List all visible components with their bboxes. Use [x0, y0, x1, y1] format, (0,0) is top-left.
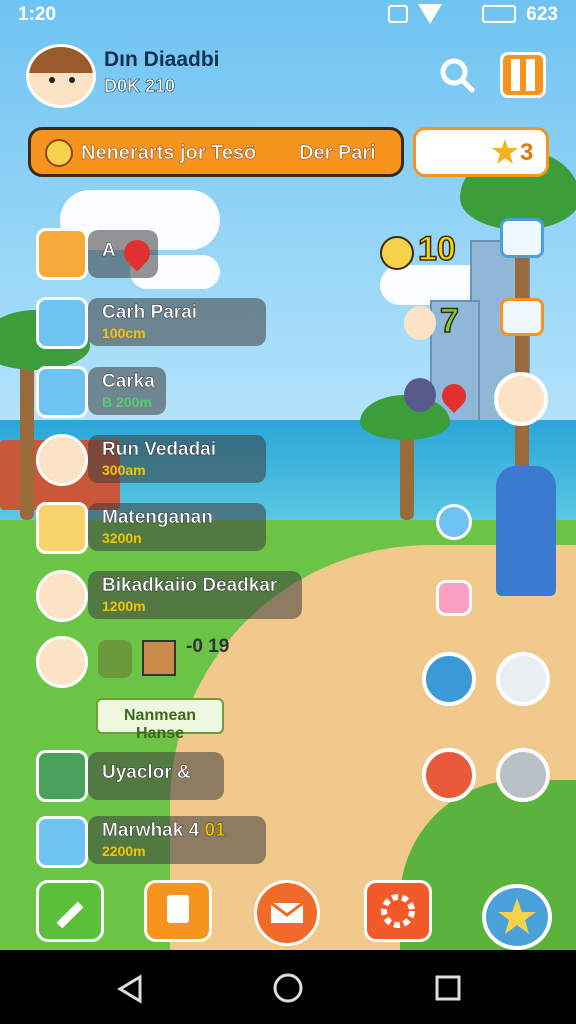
quest-avatar-7[interactable] [36, 636, 88, 688]
quest-icon-3[interactable] [36, 366, 88, 418]
quest-icon-9[interactable] [36, 750, 88, 802]
task-button[interactable] [144, 880, 212, 942]
action-button-red[interactable] [422, 748, 476, 802]
quest-icon-5[interactable] [36, 502, 88, 554]
tv-button[interactable] [500, 298, 544, 336]
system-nav-bar [0, 950, 576, 1024]
pause-button[interactable] [500, 52, 546, 98]
quest-item-9[interactable]: Uyaclor & [88, 752, 224, 800]
chat-button[interactable] [436, 504, 472, 540]
wifi-icon [418, 4, 442, 24]
mail-button[interactable] [254, 880, 320, 946]
npc-icon [404, 306, 436, 340]
search-button[interactable] [436, 54, 478, 96]
quest-item-6[interactable]: Bikadkaiio Deadkar 1200m [88, 571, 302, 619]
player-name: Dın Diaadbi [104, 48, 220, 71]
quest-item-4[interactable]: Run Vedadai 300am [88, 435, 266, 483]
player-character [496, 466, 556, 596]
star-icon [492, 139, 518, 164]
quest-icon-2[interactable] [36, 297, 88, 349]
star-icon [498, 898, 536, 934]
battery-icon [482, 5, 516, 23]
event-banner[interactable]: Nenerarts jor Tesö Der Pari [28, 127, 404, 177]
player-avatar[interactable] [26, 44, 96, 108]
love-button[interactable] [436, 580, 472, 616]
action-button-grey[interactable] [496, 748, 550, 802]
bag-button[interactable] [500, 218, 544, 258]
coin-value: 3 [520, 139, 534, 166]
clipboard-icon [167, 895, 189, 923]
event-banner-text: Nenerarts jor Tesö [81, 142, 257, 165]
settings-button[interactable] [364, 880, 432, 942]
status-time: 1:20 [18, 4, 57, 25]
quest-avatar-6[interactable] [36, 570, 88, 622]
quest-item-3[interactable]: Carka B 200m [88, 367, 166, 415]
event-icon [45, 139, 73, 167]
game-screen: 1:20 623 Dın Diaadbi D0K 210 Nenerarts j… [0, 0, 576, 1024]
quest-item-7-text: -0 19 [186, 636, 230, 657]
mail-icon [270, 901, 304, 923]
npc-icon [380, 236, 414, 270]
favorite-button[interactable] [482, 884, 552, 950]
home-icon[interactable] [272, 972, 304, 1004]
goblin-icon [98, 640, 132, 678]
friend-avatar[interactable] [494, 372, 548, 426]
event-banner-right: Der Pari [299, 142, 376, 165]
coin-counter[interactable]: 3 [413, 127, 549, 177]
quest-avatar-4[interactable] [36, 434, 88, 486]
shop-icon [142, 640, 176, 676]
build-button[interactable] [36, 880, 104, 942]
status-bar: 1:20 623 [0, 0, 576, 30]
search-icon [440, 58, 475, 93]
npc-icon [404, 378, 436, 412]
notification-icon [388, 5, 408, 23]
gear-icon [381, 894, 415, 928]
status-right: 623 [526, 4, 558, 25]
quest-item-2[interactable]: Carh Parai 100cm [88, 298, 266, 346]
quest-icon-10[interactable] [36, 816, 88, 868]
npc-value-a: 10 [417, 229, 456, 269]
hammer-icon [56, 901, 84, 929]
pause-icon [511, 59, 535, 91]
quest-item-8[interactable]: Nanmean Hanse [96, 698, 224, 742]
search-action-button[interactable] [496, 652, 550, 706]
quest-icon-1[interactable] [36, 228, 88, 280]
recents-icon[interactable] [434, 974, 462, 1002]
quest-item-5[interactable]: Matenganan 3200n [88, 503, 266, 551]
player-subtitle: D0K 210 [104, 76, 176, 97]
back-icon[interactable] [116, 974, 144, 1004]
quest-item-10[interactable]: Marwhak 4 01 2200m [88, 816, 266, 864]
action-button-blue[interactable] [422, 652, 476, 706]
npc-value-b: 7 [439, 301, 459, 341]
